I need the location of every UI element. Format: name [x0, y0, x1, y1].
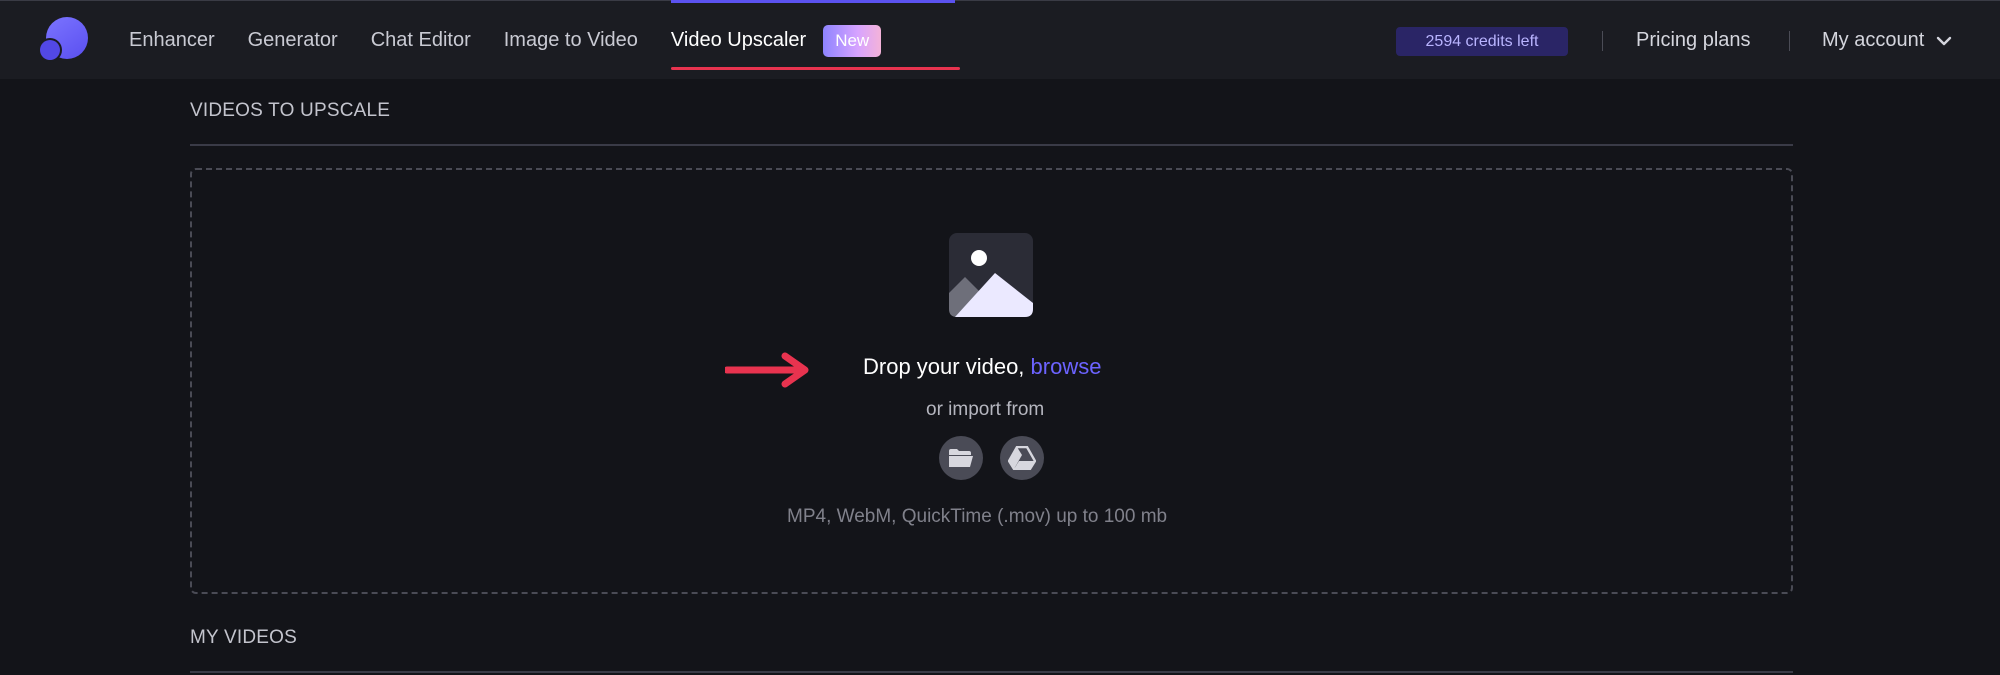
section-title-my-videos: MY VIDEOS — [190, 627, 298, 648]
import-google-drive-button[interactable] — [1000, 436, 1044, 480]
chevron-down-icon — [1937, 36, 1952, 45]
arrow-right-icon — [725, 352, 809, 388]
nav-video-upscaler[interactable]: Video Upscaler New — [670, 0, 961, 80]
drop-instruction: Drop your video, browse — [863, 354, 1101, 380]
header-separator — [1602, 31, 1603, 51]
import-folder-button[interactable] — [939, 436, 983, 480]
section-divider — [190, 144, 1793, 146]
my-account-label: My account — [1822, 29, 1925, 51]
top-navigation-bar: Enhancer Generator Chat Editor Image to … — [0, 0, 2000, 79]
credits-badge[interactable]: 2594 credits left — [1396, 27, 1568, 56]
nav-generator[interactable]: Generator — [248, 1, 338, 80]
pricing-plans-link[interactable]: Pricing plans — [1636, 1, 1751, 80]
new-badge: New — [823, 24, 882, 57]
logo-icon[interactable] — [38, 17, 88, 63]
folder-icon — [949, 449, 973, 467]
nav-enhancer[interactable]: Enhancer — [129, 1, 215, 80]
section-divider — [190, 671, 1793, 673]
nav-chat-editor[interactable]: Chat Editor — [371, 1, 471, 80]
main-nav: Enhancer Generator Chat Editor Image to … — [129, 0, 961, 80]
my-account-menu[interactable]: My account — [1822, 1, 1952, 80]
browse-link[interactable]: browse — [1031, 354, 1102, 379]
drop-text-label: Drop your video, — [863, 354, 1025, 379]
nav-image-to-video[interactable]: Image to Video — [504, 1, 638, 80]
nav-video-upscaler-label: Video Upscaler — [670, 29, 807, 51]
image-placeholder-icon — [949, 233, 1033, 317]
section-title-videos-to-upscale: VIDEOS TO UPSCALE — [190, 100, 391, 121]
header-separator — [1789, 31, 1790, 51]
video-dropzone[interactable] — [190, 168, 1793, 594]
import-from-label: or import from — [926, 399, 1045, 420]
google-drive-icon — [1008, 446, 1036, 470]
supported-formats-note: MP4, WebM, QuickTime (.mov) up to 100 mb — [787, 506, 1168, 527]
